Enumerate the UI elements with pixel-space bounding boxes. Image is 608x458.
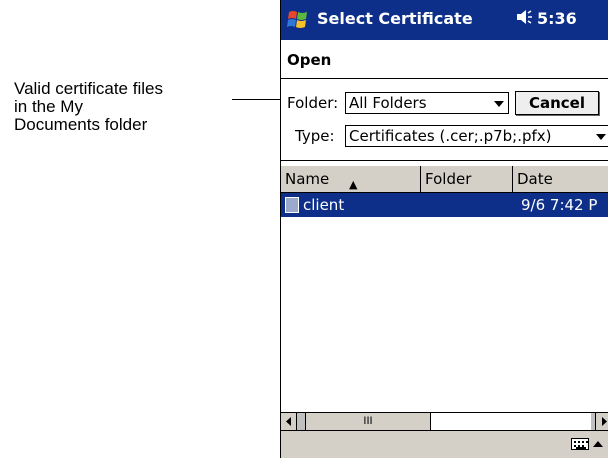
folder-label: Folder: <box>287 94 339 112</box>
input-arrow-icon[interactable] <box>593 440 603 448</box>
divider <box>281 160 608 161</box>
type-dropdown-value: Certificates (.cer;.p7b;.pfx) <box>349 127 552 145</box>
scrollbar-thumb[interactable]: III <box>305 413 431 430</box>
keyboard-icon[interactable] <box>571 438 589 450</box>
cancel-button[interactable]: Cancel <box>515 91 599 115</box>
chevron-down-icon <box>494 101 504 107</box>
file-name: client <box>303 196 345 214</box>
device-screen: Select Certificate 5:36 Open Folder: All… <box>280 0 608 458</box>
callout-line-1: Valid certificate files <box>14 79 163 98</box>
list-item[interactable]: client 9/6 7:42 P <box>281 193 608 217</box>
window-title: Select Certificate <box>317 9 473 28</box>
type-label: Type: <box>295 127 335 145</box>
callout-leader-line <box>232 99 280 100</box>
callout-line-2: in the My <box>14 97 83 116</box>
column-header-date[interactable]: Date <box>513 166 608 192</box>
horizontal-scrollbar[interactable]: III <box>281 412 608 431</box>
clock[interactable]: 5:36 <box>537 9 577 28</box>
file-date: 9/6 7:42 P <box>521 196 598 214</box>
speaker-icon[interactable] <box>515 8 533 26</box>
scroll-left-button[interactable] <box>281 413 297 430</box>
type-dropdown[interactable]: Certificates (.cer;.p7b;.pfx) <box>345 125 608 147</box>
start-menu-icon[interactable] <box>285 7 311 33</box>
list-header: Name ▲ Folder Date <box>281 166 608 193</box>
open-heading: Open <box>287 51 332 69</box>
chevron-down-icon <box>596 134 606 140</box>
callout-line-3: Documents folder <box>14 115 148 134</box>
arrow-left-icon <box>286 417 291 426</box>
column-header-name[interactable]: Name ▲ <box>281 166 421 192</box>
title-bar: Select Certificate 5:36 <box>281 0 608 40</box>
folder-dropdown[interactable]: All Folders <box>345 92 509 114</box>
folder-dropdown-value: All Folders <box>349 94 427 112</box>
certificate-file-icon <box>285 197 299 213</box>
command-bar <box>281 431 608 458</box>
arrow-right-icon <box>602 417 607 426</box>
menu-bar: Open <box>281 40 608 79</box>
column-header-folder[interactable]: Folder <box>421 166 513 192</box>
callout-text: Valid certificate files in the My Docume… <box>14 80 244 134</box>
scroll-right-button[interactable] <box>595 413 608 430</box>
scrollbar-track[interactable] <box>431 413 591 430</box>
